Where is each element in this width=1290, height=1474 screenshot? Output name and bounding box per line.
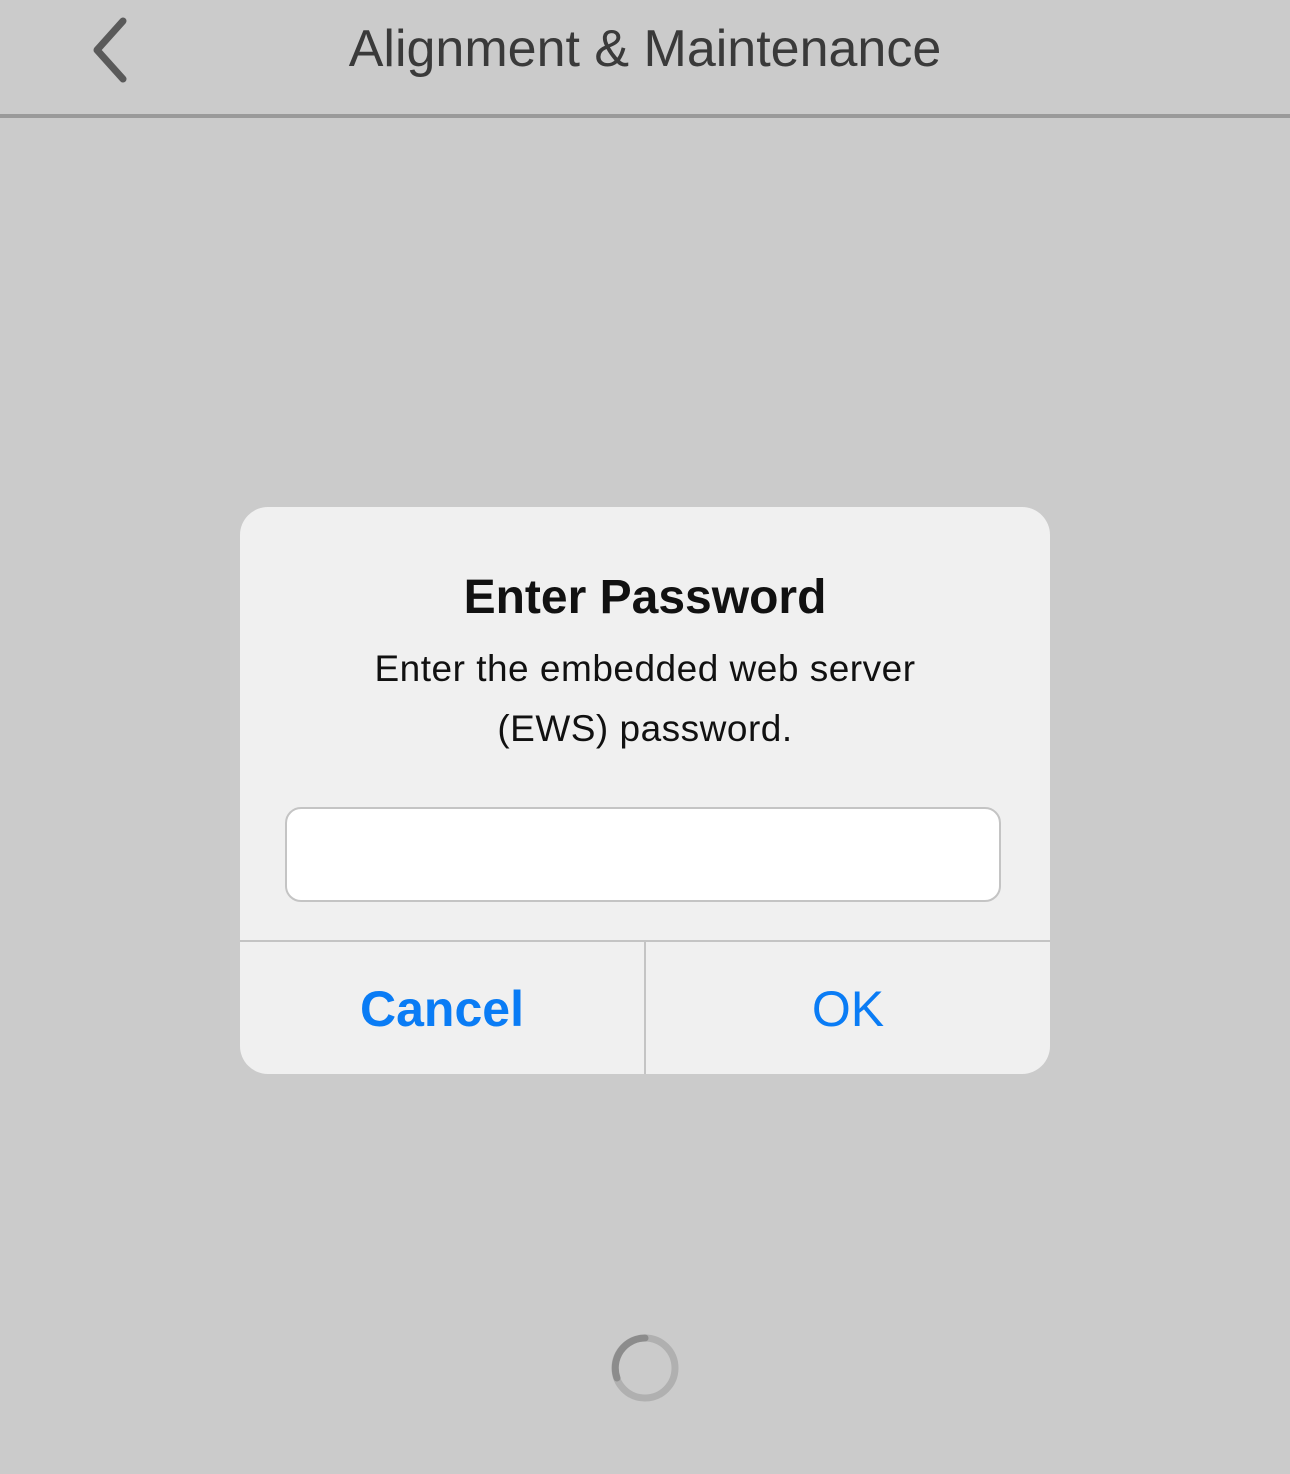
navigation-bar: Alignment & Maintenance	[0, 0, 1290, 118]
dialog-message: Enter the embedded web server (EWS) pass…	[374, 648, 916, 749]
loading-spinner-icon	[611, 1334, 679, 1402]
password-input[interactable]	[285, 807, 1001, 902]
password-dialog: Enter Password Enter the embedded web se…	[240, 507, 1050, 1074]
page-title: Alignment & Maintenance	[348, 20, 942, 78]
ok-button[interactable]: OK	[646, 942, 1050, 1074]
dialog-title: Enter Password	[463, 571, 827, 624]
cancel-button[interactable]: Cancel	[240, 942, 646, 1074]
dialog-button-row: Cancel OK	[240, 940, 1050, 1074]
